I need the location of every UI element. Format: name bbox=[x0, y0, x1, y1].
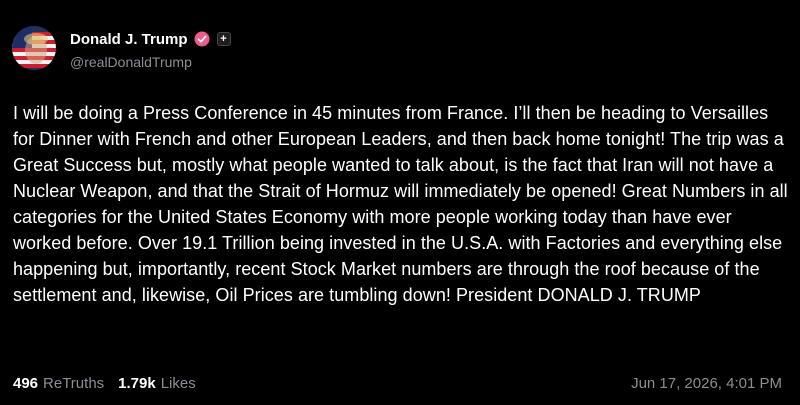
avatar[interactable] bbox=[12, 26, 56, 70]
likes-count: 1.79k bbox=[118, 375, 156, 392]
author-handle[interactable]: @realDonaldTrump bbox=[70, 54, 231, 70]
post-header: Donald J. Trump + @realDonaldTrump bbox=[12, 26, 231, 70]
author-name[interactable]: Donald J. Trump bbox=[70, 31, 188, 48]
likes-label: Likes bbox=[160, 375, 196, 392]
retruths-stat[interactable]: 496 ReTruths bbox=[13, 375, 104, 392]
follow-plus-icon[interactable]: + bbox=[216, 32, 231, 46]
likes-stat[interactable]: 1.79k Likes bbox=[118, 375, 196, 392]
avatar-image bbox=[12, 26, 56, 70]
verified-badge-icon bbox=[194, 31, 210, 47]
post-footer: 496 ReTruths 1.79k Likes Jun 17, 2026, 4… bbox=[13, 375, 782, 392]
retruths-count: 496 bbox=[13, 375, 39, 392]
post-timestamp[interactable]: Jun 17, 2026, 4:01 PM bbox=[631, 375, 782, 392]
post-body: I will be doing a Press Conference in 45… bbox=[13, 103, 788, 305]
retruths-label: ReTruths bbox=[43, 375, 105, 392]
